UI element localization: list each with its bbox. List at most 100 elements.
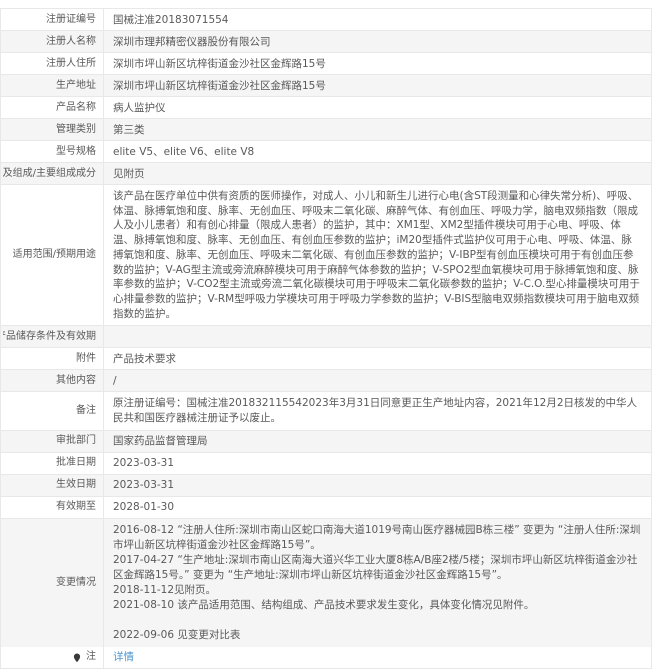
row-value-cell: 深圳市坪山新区坑梓街道金沙社区金辉路15号	[104, 75, 651, 96]
row-label-cell: 管理类别	[1, 119, 104, 140]
row-label-cell: 型号规格	[1, 141, 104, 162]
row-value-cell: 深圳市理邦精密仪器股份有限公司	[104, 31, 651, 52]
table-row: 备注 原注册证编号：国械注准201832115542023年3月31日同意更正生产…	[1, 392, 651, 431]
table-row: 审批部门 国家药品监督管理局	[1, 430, 651, 453]
row-value-cell	[104, 326, 651, 347]
table-row: 适用范围/预期用途 该产品在医疗单位中供有资质的医师操作，对成人、小儿和新生儿进行…	[1, 185, 651, 327]
row-label: 注册人住所	[46, 57, 96, 69]
row-label: 生产地址	[56, 79, 96, 91]
row-label: 有效期至	[56, 501, 96, 513]
table-row: 其他内容 /	[1, 370, 651, 393]
table-row: 产品储存条件及有效期	[1, 326, 651, 349]
row-label-cell: 产品名称	[1, 97, 104, 118]
row-value: 国械注准20183071554	[113, 13, 229, 26]
table-row: 注册证编号 国械注准20183071554	[1, 9, 651, 31]
change-record-line: 2018-11-12见附页。	[113, 583, 217, 596]
row-value: 2016-08-12 “注册人住所:深圳市南山区蛇口南海大道1019号南山医疗器…	[113, 523, 641, 643]
row-value-cell: 第三类	[104, 119, 651, 140]
change-record-line: 2017-04-27 “生产地址:深圳市南山区南海大道兴华工业大厦8栋A/B座2…	[113, 553, 638, 581]
note-details-link[interactable]: 详情	[113, 651, 134, 663]
table-row: 注册人住所 深圳市坪山新区坑梓街道金沙社区金辉路15号	[1, 53, 651, 75]
note-label-cell: 注	[1, 646, 104, 668]
row-label-cell: 产品储存条件及有效期	[1, 326, 104, 348]
row-value-cell: 原注册证编号：国械注准201832115542023年3月31日同意更正生产地址…	[104, 392, 651, 429]
row-label-cell: 附件	[1, 348, 104, 370]
table-row: 附件 产品技术要求	[1, 348, 651, 371]
row-label-cell: 生效日期	[1, 474, 104, 496]
row-value-cell: 2016-08-12 “注册人住所:深圳市南山区蛇口南海大道1019号南山医疗器…	[104, 519, 651, 647]
row-label: 管理类别	[56, 123, 96, 135]
row-label: 型号规格	[56, 145, 96, 157]
row-label: 产品储存条件及有效期	[3, 330, 96, 342]
row-value: 深圳市坪山新区坑梓街道金沙社区金辉路15号	[113, 79, 326, 92]
row-label: 批准日期	[56, 457, 96, 469]
table-row: 生效日期 2023-03-31	[1, 474, 651, 497]
row-label-cell: 注册证编号	[1, 9, 104, 30]
row-label: 适用范围/预期用途	[12, 249, 96, 261]
row-value: 该产品在医疗单位中供有资质的医师操作，对成人、小儿和新生儿进行心电(含ST段测量…	[113, 190, 640, 320]
row-label: 变更情况	[56, 576, 96, 588]
note-value-cell: 详情	[104, 647, 651, 668]
row-value-cell: 该产品在医疗单位中供有资质的医师操作，对成人、小儿和新生儿进行心电(含ST段测量…	[104, 185, 651, 325]
row-value: 2023-03-31	[113, 479, 175, 492]
row-value-cell: 产品技术要求	[104, 348, 651, 369]
row-value: elite V5、elite V6、elite V8	[113, 145, 255, 158]
row-label-cell: 其他内容	[1, 370, 104, 392]
row-value: 产品技术要求	[113, 352, 176, 365]
row-value: 深圳市坪山新区坑梓街道金沙社区金辉路15号	[113, 57, 326, 70]
row-value: 2023-03-31	[113, 457, 175, 470]
row-label-cell: 生产地址	[1, 75, 104, 96]
row-label: 结构及组成/主要组成成分	[3, 167, 96, 179]
table-row: 生产地址 深圳市坪山新区坑梓街道金沙社区金辉路15号	[1, 75, 651, 97]
row-value-cell: 2023-03-31	[104, 475, 651, 496]
row-value-cell: 病人监护仪	[104, 97, 651, 118]
note-row: 注 详情	[1, 646, 651, 668]
row-value-cell: 2023-03-31	[104, 453, 651, 474]
row-label: 其他内容	[56, 374, 96, 386]
row-label: 备注	[76, 405, 96, 417]
row-label: 审批部门	[56, 435, 96, 447]
table-row: 有效期至 2028-01-30	[1, 496, 651, 519]
row-label: 产品名称	[56, 101, 96, 113]
change-record-line: 2016-08-12 “注册人住所:深圳市南山区蛇口南海大道1019号南山医疗器…	[113, 523, 641, 551]
row-label-cell: 变更情况	[1, 518, 104, 647]
row-value: 第三类	[113, 123, 145, 136]
table-row: 注册人名称 深圳市理邦精密仪器股份有限公司	[1, 31, 651, 53]
row-label-cell: 审批部门	[1, 430, 104, 452]
table-row: 变更情况 2016-08-12 “注册人住所:深圳市南山区蛇口南海大道1019号南…	[1, 518, 651, 647]
row-value: 2028-01-30	[113, 501, 175, 514]
row-value: 深圳市理邦精密仪器股份有限公司	[113, 35, 271, 48]
row-value-cell: 2028-01-30	[104, 497, 651, 518]
change-record-line: 2022-09-06 见变更对比表	[113, 628, 241, 641]
row-label-cell: 适用范围/预期用途	[1, 185, 104, 326]
table-row: 产品名称 病人监护仪	[1, 97, 651, 119]
table-row: 管理类别 第三类	[1, 119, 651, 141]
row-value: 国家药品监督管理局	[113, 435, 208, 448]
table-row: 结构及组成/主要组成成分 见附页	[1, 163, 651, 185]
row-value-cell: 深圳市坪山新区坑梓街道金沙社区金辉路15号	[104, 53, 651, 74]
row-label: 生效日期	[56, 479, 96, 491]
row-label: 注册人名称	[46, 35, 96, 47]
row-value-cell: elite V5、elite V6、elite V8	[104, 141, 651, 162]
note-label: 注	[86, 651, 96, 663]
note-pin-icon	[73, 653, 81, 663]
row-label-cell: 结构及组成/主要组成成分	[1, 163, 104, 184]
row-value-cell: 国家药品监督管理局	[104, 431, 651, 452]
row-label-cell: 注册人住所	[1, 53, 104, 74]
row-label-cell: 有效期至	[1, 496, 104, 518]
table-row: 型号规格 elite V5、elite V6、elite V8	[1, 141, 651, 163]
table-rows-container: 注册证编号 国械注准20183071554 注册人名称 深圳市理邦精密仪器股份有限公司…	[1, 9, 651, 647]
row-value: 病人监护仪	[113, 101, 166, 114]
row-label: 附件	[76, 352, 96, 364]
row-value-cell: /	[104, 370, 651, 391]
row-label-cell: 注册人名称	[1, 31, 104, 52]
change-record-line	[113, 613, 641, 628]
row-label-cell: 批准日期	[1, 452, 104, 474]
registration-detail-table: 注册证编号 国械注准20183071554 注册人名称 深圳市理邦精密仪器股份有限公司…	[0, 8, 652, 669]
row-value-cell: 国械注准20183071554	[104, 9, 651, 30]
row-value: 见附页	[113, 167, 145, 180]
change-record-line: 2021-08-10 该产品适用范围、结构组成、产品技术要求发生变化，具体变化情…	[113, 598, 535, 611]
table-row: 批准日期 2023-03-31	[1, 452, 651, 475]
row-label: 注册证编号	[46, 13, 96, 25]
row-value: /	[113, 374, 117, 387]
